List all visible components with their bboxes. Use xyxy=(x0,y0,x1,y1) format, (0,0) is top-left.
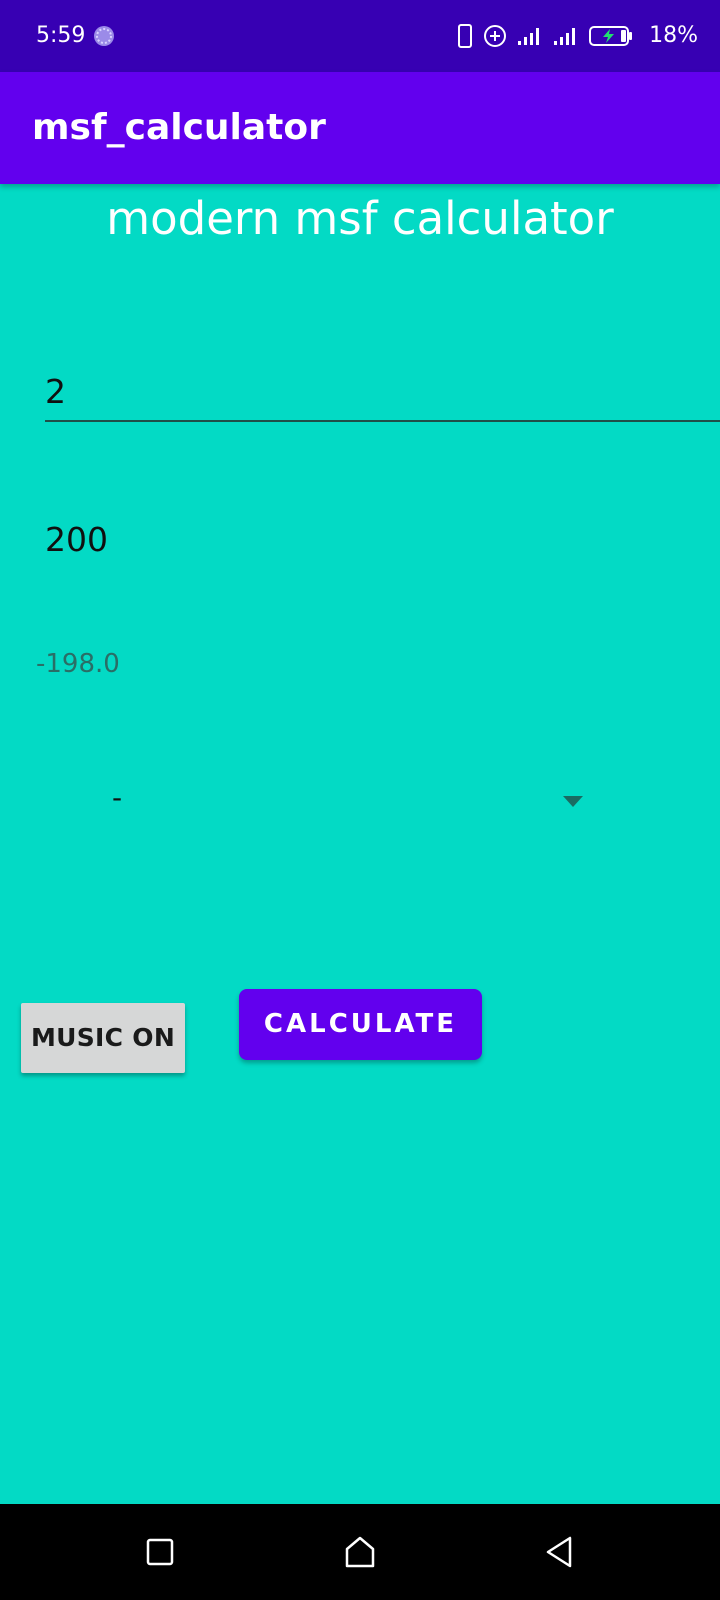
page-heading: modern msf calculator xyxy=(106,192,614,245)
input-underline xyxy=(45,420,720,422)
operator-select-value: - xyxy=(112,781,123,814)
first-number-input[interactable]: 2 xyxy=(45,362,720,422)
operator-select[interactable]: - xyxy=(90,770,600,834)
app-bar: msf_calculator xyxy=(0,72,720,184)
vibrate-icon xyxy=(458,24,473,48)
app-title: msf_calculator xyxy=(32,107,326,148)
first-number-value: 2 xyxy=(45,372,66,411)
recents-icon[interactable] xyxy=(140,1532,180,1572)
battery-percent: 18% xyxy=(649,23,698,48)
back-icon[interactable] xyxy=(540,1532,580,1572)
dropdown-arrow-icon xyxy=(563,796,583,807)
second-number-input[interactable]: 200 xyxy=(45,510,720,570)
data-saver-icon xyxy=(484,25,507,47)
loading-spinner-icon xyxy=(94,26,114,46)
status-time: 5:59 xyxy=(36,23,86,48)
second-number-value: 200 xyxy=(45,520,108,559)
navigation-bar xyxy=(0,1504,720,1600)
result-text: -198.0 xyxy=(36,649,120,679)
music-toggle-button[interactable]: MUSIC ON xyxy=(21,1003,185,1073)
calculate-button[interactable]: CALCULATE xyxy=(239,989,482,1060)
status-bar: 5:59 18% xyxy=(0,0,720,72)
status-icons: 18% xyxy=(457,22,698,50)
home-icon[interactable] xyxy=(340,1532,380,1572)
signal-icon xyxy=(518,28,540,45)
signal-icon xyxy=(554,28,576,45)
battery-charging-icon xyxy=(589,26,633,46)
